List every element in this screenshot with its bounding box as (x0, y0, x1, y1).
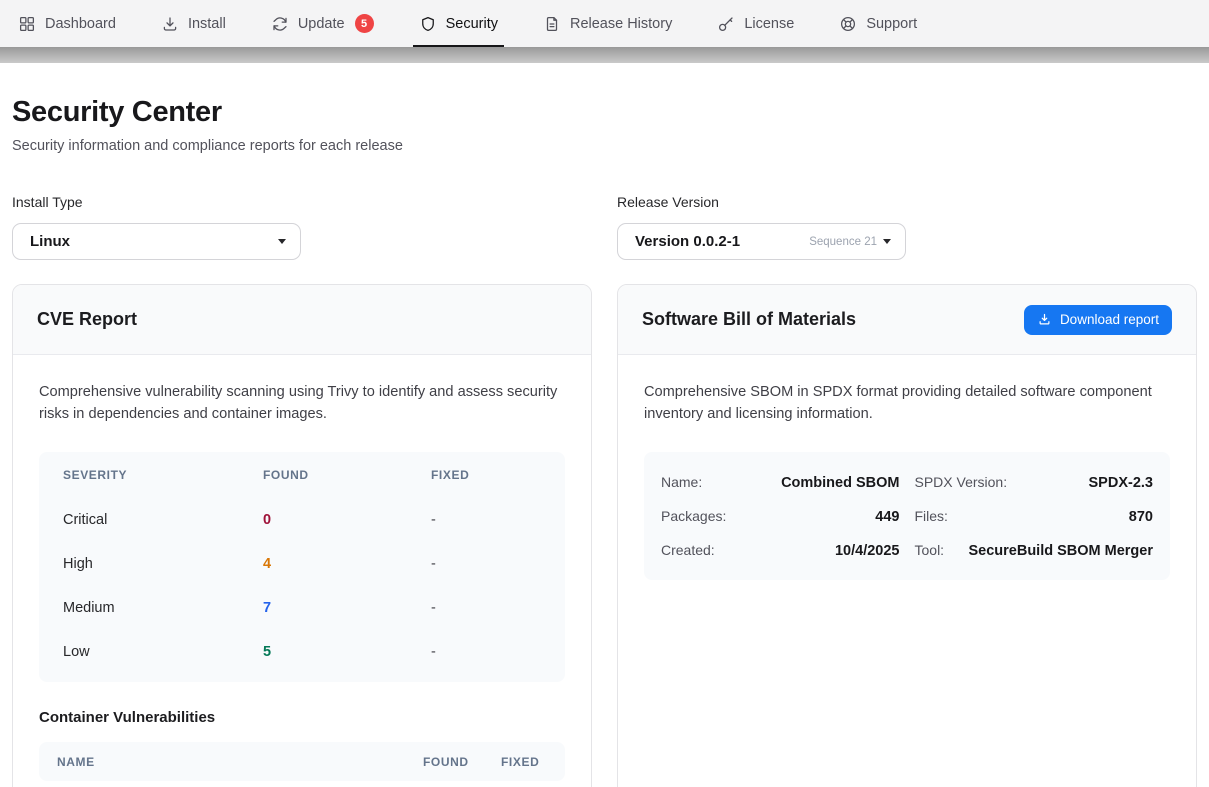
sbom-description: Comprehensive SBOM in SPDX format provid… (644, 382, 1170, 425)
nav-item-license[interactable]: License (717, 0, 794, 47)
chevron-down-icon (883, 239, 891, 244)
sbom-body: Comprehensive SBOM in SPDX format provid… (618, 355, 1196, 606)
cve-report-header: CVE Report (13, 285, 591, 355)
download-report-label: Download report (1060, 312, 1159, 327)
nav-label: Install (188, 16, 226, 32)
shield-icon (419, 15, 437, 33)
filters-row: Install Type Linux Release Version Versi… (12, 194, 1197, 260)
nav-label: Security (446, 16, 498, 32)
nav-label: Update (298, 16, 345, 32)
nav-item-update[interactable]: Update 5 (271, 0, 374, 47)
release-version-select[interactable]: Version 0.0.2-1 Sequence 21 (617, 223, 906, 260)
container-vulnerabilities-table-header: NAME FOUND FIXED (39, 742, 565, 781)
page-title: Security Center (12, 96, 1197, 129)
download-report-button[interactable]: Download report (1024, 305, 1172, 335)
install-type-select[interactable]: Linux (12, 223, 301, 260)
critical-found-count: 0 (263, 512, 431, 528)
table-row-critical: Critical 0 - (39, 498, 565, 542)
sbom-row: Created: 10/4/2025 Tool: SecureBuild SBO… (661, 533, 1153, 567)
cve-report-card: CVE Report Comprehensive vulnerability s… (12, 284, 592, 787)
sbom-field-packages: Packages: 449 (661, 499, 900, 533)
update-count-badge: 5 (355, 14, 374, 33)
cve-report-title: CVE Report (37, 309, 137, 330)
sbom-field-created: Created: 10/4/2025 (661, 533, 900, 567)
column-severity: SEVERITY (63, 468, 263, 482)
sbom-header: Software Bill of Materials Download repo… (618, 285, 1196, 355)
column-name: NAME (57, 755, 423, 769)
nav-label: Support (866, 16, 917, 32)
document-icon (543, 15, 561, 33)
install-type-value: Linux (30, 233, 70, 250)
key-icon (717, 15, 735, 33)
sbom-title: Software Bill of Materials (642, 309, 856, 330)
active-tab-underline (413, 45, 504, 48)
column-found: FOUND (423, 755, 501, 769)
dashboard-grid-icon (18, 15, 36, 33)
release-sequence-text: Sequence 21 (809, 236, 877, 248)
nav-item-dashboard[interactable]: Dashboard (18, 0, 116, 47)
chevron-down-icon (278, 239, 286, 244)
scroll-shade-divider (0, 47, 1209, 63)
nav-item-support[interactable]: Support (839, 0, 917, 47)
column-fixed: FIXED (431, 468, 541, 482)
low-found-count: 5 (263, 644, 431, 660)
sbom-field-name: Name: Combined SBOM (661, 465, 900, 499)
table-row-medium: Medium 7 - (39, 586, 565, 630)
nav-label: Dashboard (45, 16, 116, 32)
container-vulnerabilities-title: Container Vulnerabilities (39, 709, 565, 726)
security-center-page: Security Center Security information and… (0, 96, 1209, 787)
report-cards: CVE Report Comprehensive vulnerability s… (12, 284, 1197, 787)
column-found: FOUND (263, 468, 431, 482)
release-version-value: Version 0.0.2-1 (635, 233, 740, 250)
medium-found-count: 7 (263, 600, 431, 616)
sbom-details-panel: Name: Combined SBOM SPDX Version: SPDX-2… (644, 452, 1170, 580)
install-type-filter: Install Type Linux (12, 194, 592, 260)
lifebuoy-icon (839, 15, 857, 33)
top-nav: Dashboard Install Update 5 Security Rele… (0, 0, 1209, 47)
table-row-high: High 4 - (39, 542, 565, 586)
release-version-filter: Release Version Version 0.0.2-1 Sequence… (617, 194, 1197, 260)
page-subtitle: Security information and compliance repo… (12, 138, 1197, 154)
nav-item-security[interactable]: Security (419, 0, 498, 47)
nav-item-release-history[interactable]: Release History (543, 0, 672, 47)
sbom-field-spdx-version: SPDX Version: SPDX-2.3 (915, 465, 1154, 499)
install-type-label: Install Type (12, 194, 592, 210)
high-found-count: 4 (263, 556, 431, 572)
nav-item-install[interactable]: Install (161, 0, 226, 47)
table-row-low: Low 5 - (39, 630, 565, 674)
cve-report-body: Comprehensive vulnerability scanning usi… (13, 355, 591, 787)
refresh-icon (271, 15, 289, 33)
severity-table: SEVERITY FOUND FIXED Critical 0 - High 4… (39, 452, 565, 682)
download-icon (1037, 312, 1052, 327)
sbom-field-tool: Tool: SecureBuild SBOM Merger (915, 533, 1154, 567)
sbom-field-files: Files: 870 (915, 499, 1154, 533)
release-version-label: Release Version (617, 194, 1197, 210)
nav-label: Release History (570, 16, 672, 32)
download-icon (161, 15, 179, 33)
nav-label: License (744, 16, 794, 32)
sbom-row: Name: Combined SBOM SPDX Version: SPDX-2… (661, 465, 1153, 499)
cve-report-description: Comprehensive vulnerability scanning usi… (39, 382, 565, 425)
sbom-card: Software Bill of Materials Download repo… (617, 284, 1197, 787)
severity-table-header: SEVERITY FOUND FIXED (39, 452, 565, 498)
column-fixed: FIXED (501, 755, 547, 769)
sbom-row: Packages: 449 Files: 870 (661, 499, 1153, 533)
